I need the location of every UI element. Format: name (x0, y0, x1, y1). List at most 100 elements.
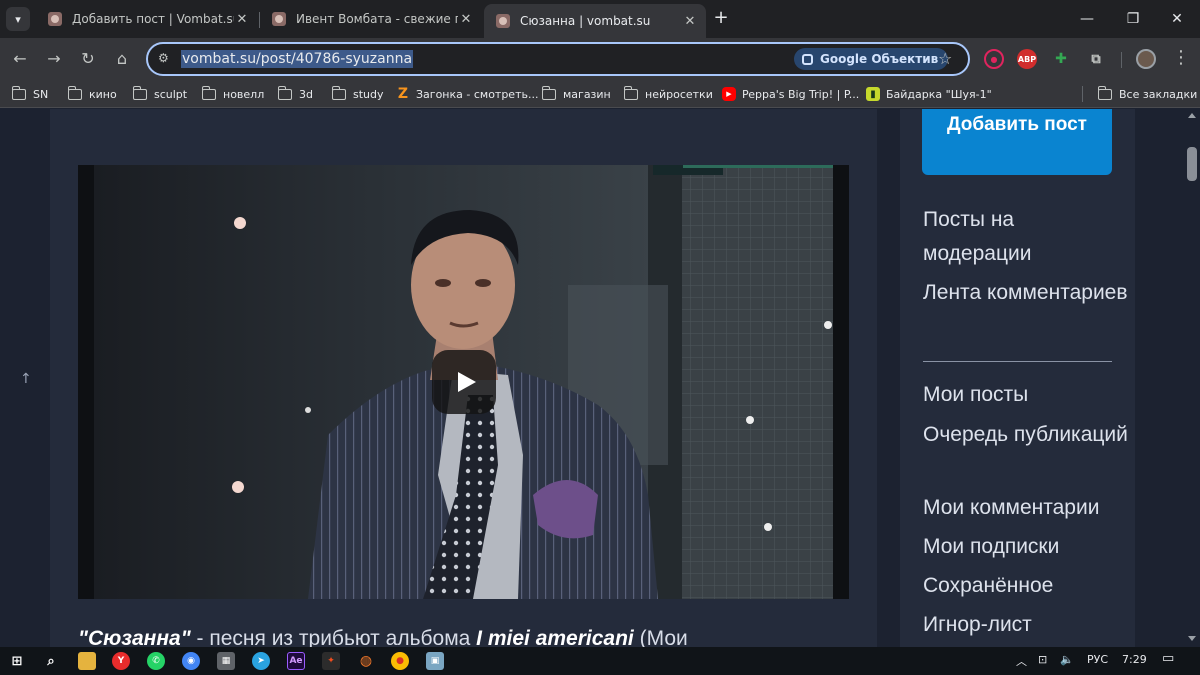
lens-icon (802, 53, 813, 65)
bookmark-baidarka[interactable]: ▮ Байдарка "Шуя-1" (866, 85, 992, 103)
folder-icon (132, 85, 147, 100)
arrow-up-icon[interactable]: ↑ (20, 371, 32, 387)
minimize-icon[interactable]: — (1064, 6, 1110, 32)
post-card: "Сюзанна" - песня из трибьют альбома I m… (50, 109, 877, 647)
page-scrollbar[interactable] (1184, 109, 1200, 647)
bookmark-peppa[interactable]: ▶ Peppa's Big Trip! | P... (722, 85, 859, 103)
chrome-active-icon[interactable]: ● (391, 652, 409, 670)
windows-start-icon[interactable]: ⊞ (8, 652, 26, 670)
bookmark-3d[interactable]: 3d (277, 85, 313, 103)
address-bar[interactable]: ⚙ vombat.su/post/40786-syuzanna Google О… (146, 42, 970, 76)
sidebar-divider (923, 361, 1112, 362)
bookmark-kino[interactable]: кино (67, 85, 117, 103)
blender-icon[interactable]: ◍ (357, 652, 375, 670)
volume-icon[interactable]: 🔈 (1060, 653, 1074, 666)
play-button[interactable] (432, 350, 496, 414)
bookmark-neuro[interactable]: нейросетки (623, 85, 713, 103)
sidebar-link-comments-feed[interactable]: Лента комментариев (923, 276, 1128, 310)
bookmark-novell[interactable]: новелл (201, 85, 265, 103)
network-icon[interactable]: ⊡ (1038, 653, 1047, 666)
folder-icon (11, 85, 26, 100)
post-album-title: I miei americani (476, 627, 634, 647)
site-icon: ▮ (866, 87, 880, 101)
tab-search-button[interactable]: ▾ (6, 7, 30, 31)
sidebar: Добавить пост Посты на модерации Лента к… (900, 109, 1135, 647)
scroll-down-icon[interactable] (1188, 636, 1196, 641)
google-lens-button[interactable]: Google Объектив (794, 48, 949, 70)
bookmark-sn[interactable]: SN (11, 85, 49, 103)
post-song-title: "Сюзанна" (78, 627, 191, 647)
whatsapp-icon[interactable]: ✆ (147, 652, 165, 670)
after-effects-icon[interactable]: Ae (287, 652, 305, 670)
profile-avatar[interactable] (1136, 49, 1156, 69)
file-explorer-icon[interactable] (78, 652, 96, 670)
scroll-up-icon[interactable] (1188, 113, 1196, 118)
calculator-icon[interactable]: ▦ (217, 652, 235, 670)
tab-add-post[interactable]: Добавить пост | Vombat.su ✕ (36, 4, 258, 34)
restore-icon[interactable]: ❐ (1110, 6, 1156, 32)
extensions-icon[interactable]: ⧉ (1086, 49, 1106, 69)
tab-title: Ивент Вомбата - свежие посты (296, 12, 458, 26)
add-post-button[interactable]: Добавить пост (922, 109, 1112, 175)
telegram-icon[interactable]: ➤ (252, 652, 270, 670)
search-icon[interactable]: ⌕ (42, 652, 60, 670)
vombat-favicon-icon (272, 12, 286, 26)
yandex-browser-icon[interactable]: Y (112, 652, 130, 670)
sidebar-link-saved[interactable]: Сохранённое (923, 569, 1128, 603)
home-icon[interactable]: ⌂ (110, 47, 134, 71)
bookmark-label: новелл (223, 87, 265, 101)
figma-icon[interactable]: ✦ (322, 652, 340, 670)
tab-event[interactable]: Ивент Вомбата - свежие посты ✕ (260, 4, 482, 34)
sidebar-link-ignore-list[interactable]: Игнор-лист (923, 608, 1128, 642)
bookmark-label: SN (33, 87, 49, 101)
tray-chevron-icon[interactable]: ︿ (1016, 653, 1027, 669)
browser-toolbar: ← → ↻ ⌂ ⚙ vombat.su/post/40786-syuzanna … (0, 38, 1200, 80)
clock[interactable]: 7:29 (1122, 653, 1147, 666)
site-info-icon[interactable]: ⚙ (158, 51, 169, 65)
bookmark-star-icon[interactable]: ☆ (938, 49, 952, 68)
sidebar-link-moderation[interactable]: Посты на модерации (923, 203, 1128, 271)
sidebar-link-my-comments[interactable]: Мои комментарии (923, 491, 1128, 525)
photos-icon[interactable]: ▣ (426, 652, 444, 670)
url-text[interactable]: vombat.su/post/40786-syuzanna (181, 50, 414, 68)
language-indicator[interactable]: РУС (1087, 653, 1108, 666)
bookmark-label: кино (89, 87, 117, 101)
abp-icon[interactable]: ABP (1017, 49, 1037, 69)
post-text-rest: - песня из трибьют альбома (190, 627, 477, 647)
folder-icon (1097, 85, 1112, 100)
menu-kebab-icon[interactable]: ⋮ (1172, 47, 1190, 69)
bookmark-label: Байдарка "Шуя-1" (886, 87, 992, 101)
sidebar-link-queue[interactable]: Очередь публикаций (923, 418, 1128, 452)
scroll-thumb[interactable] (1187, 147, 1197, 181)
close-icon[interactable]: ✕ (682, 14, 698, 29)
bookmark-magazin[interactable]: магазин (541, 85, 611, 103)
video-player[interactable] (78, 165, 849, 599)
close-window-icon[interactable]: ✕ (1154, 6, 1200, 32)
notifications-icon[interactable]: ▭ (1162, 651, 1174, 666)
close-icon[interactable]: ✕ (458, 12, 474, 27)
record-icon[interactable]: ● (984, 49, 1004, 69)
reload-icon[interactable]: ↻ (76, 47, 100, 71)
youtube-icon: ▶ (722, 87, 736, 101)
play-icon (457, 372, 476, 392)
forward-icon[interactable]: → (42, 47, 66, 71)
zagonka-icon: Z (397, 86, 409, 102)
bookmark-label: нейросетки (645, 87, 713, 101)
bookmark-all[interactable]: Все закладки (1097, 85, 1197, 103)
close-icon[interactable]: ✕ (234, 12, 250, 27)
puzzle-extension-icon[interactable]: ✚ (1051, 49, 1071, 69)
chrome-app-icon[interactable]: ◉ (182, 652, 200, 670)
bookmark-label: 3d (299, 87, 313, 101)
sidebar-link-my-posts[interactable]: Мои посты (923, 378, 1128, 412)
folder-icon (541, 85, 556, 100)
back-icon[interactable]: ← (8, 47, 32, 71)
windows-taskbar: ⊞ ⌕ Y ✆ ◉ ▦ ➤ Ae ✦ ◍ ● ▣ ︿ ⊡ 🔈 РУС 7:29 … (0, 647, 1200, 675)
bookmark-study[interactable]: study (331, 85, 384, 103)
bookmarks-separator (1082, 86, 1083, 102)
bookmarks-bar: SN кино sculpt новелл 3d study Z Загонка … (0, 80, 1200, 108)
tab-susanna[interactable]: Сюзанна | vombat.su ✕ (484, 4, 706, 38)
sidebar-link-subscriptions[interactable]: Мои подписки (923, 530, 1128, 564)
new-tab-button[interactable]: + (710, 8, 732, 30)
bookmark-sculpt[interactable]: sculpt (132, 85, 187, 103)
bookmark-zagonka[interactable]: Z Загонка - смотреть... (396, 85, 539, 103)
